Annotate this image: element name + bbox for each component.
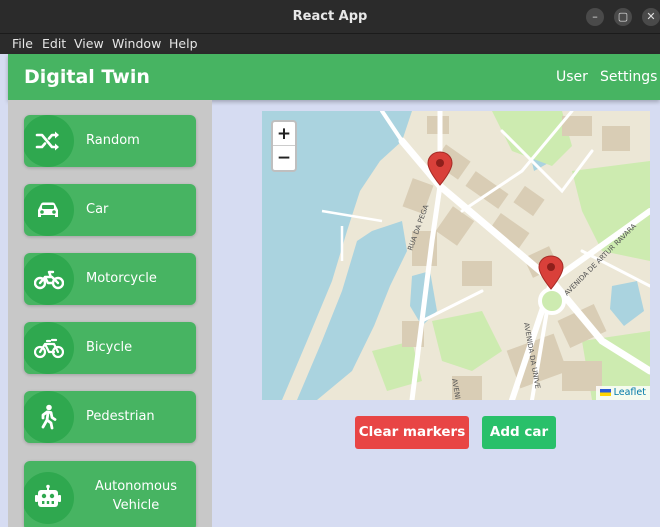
car-icon bbox=[38, 202, 58, 217]
menu-bar: File Edit View Window Help bbox=[0, 34, 660, 54]
bicycle-icon bbox=[34, 338, 64, 359]
menu-view[interactable]: View bbox=[74, 36, 104, 51]
zoom-in-button[interactable]: + bbox=[273, 122, 295, 146]
attribution-link[interactable]: Leaflet bbox=[614, 387, 646, 398]
sidebar-item-autonomous-vehicle[interactable]: Autonomous Vehicle bbox=[24, 461, 196, 527]
clear-markers-button[interactable]: Clear markers bbox=[355, 416, 469, 449]
robot-icon bbox=[35, 484, 61, 507]
sidebar-icon-bg bbox=[24, 184, 74, 236]
sidebar-item-bicycle[interactable]: Bicycle bbox=[24, 322, 196, 374]
sidebar-icon-bg bbox=[24, 322, 74, 374]
map-attribution[interactable]: Leaflet bbox=[595, 386, 650, 400]
close-button[interactable]: ✕ bbox=[642, 8, 660, 26]
menu-window[interactable]: Window bbox=[112, 36, 161, 51]
sidebar-item-pedestrian[interactable]: Pedestrian bbox=[24, 391, 196, 443]
menu-edit[interactable]: Edit bbox=[42, 36, 66, 51]
sidebar-item-car[interactable]: Car bbox=[24, 184, 196, 236]
pedestrian-icon bbox=[41, 404, 57, 430]
sidebar-item-label: Random bbox=[86, 133, 140, 148]
sidebar-icon-bg bbox=[24, 472, 74, 524]
add-car-button[interactable]: Add car bbox=[482, 416, 556, 449]
sidebar: Random Car Motorcycle Bicycle Pedestrian… bbox=[8, 100, 212, 527]
maximize-button[interactable]: ▢ bbox=[614, 8, 632, 26]
sidebar-item-label: Autonomous Vehicle bbox=[94, 479, 177, 513]
map-tiles: RUA DA PEGA AVENIDA DE ARTUR RAVARA AVEN… bbox=[262, 111, 650, 400]
map-view[interactable]: RUA DA PEGA AVENIDA DE ARTUR RAVARA AVEN… bbox=[262, 111, 650, 400]
zoom-control: + − bbox=[271, 120, 297, 172]
sidebar-item-label: Pedestrian bbox=[86, 409, 155, 424]
motorcycle-icon bbox=[34, 270, 64, 290]
app-window: React App – ▢ ✕ File Edit View Window He… bbox=[0, 0, 660, 527]
sidebar-icon-bg bbox=[24, 391, 74, 443]
sidebar-item-label: Bicycle bbox=[86, 340, 133, 355]
app-header: Digital Twin User Settings bbox=[8, 54, 660, 100]
window-title: React App bbox=[292, 9, 368, 24]
sidebar-item-random[interactable]: Random bbox=[24, 115, 196, 167]
title-bar: React App – ▢ ✕ bbox=[0, 0, 660, 34]
nav-settings[interactable]: Settings bbox=[600, 69, 657, 85]
brand-title[interactable]: Digital Twin bbox=[24, 66, 150, 88]
shuffle-icon bbox=[35, 131, 59, 151]
menu-file[interactable]: File bbox=[12, 36, 33, 51]
minimize-button[interactable]: – bbox=[586, 8, 604, 26]
zoom-out-button[interactable]: − bbox=[273, 146, 295, 170]
menu-help[interactable]: Help bbox=[169, 36, 198, 51]
sidebar-icon-bg bbox=[24, 115, 74, 167]
sidebar-item-motorcycle[interactable]: Motorcycle bbox=[24, 253, 196, 305]
flag-icon bbox=[599, 389, 611, 396]
sidebar-item-label: Motorcycle bbox=[86, 271, 157, 286]
sidebar-icon-bg bbox=[24, 253, 74, 305]
nav-user[interactable]: User bbox=[556, 69, 588, 85]
sidebar-item-label: Car bbox=[86, 202, 109, 217]
